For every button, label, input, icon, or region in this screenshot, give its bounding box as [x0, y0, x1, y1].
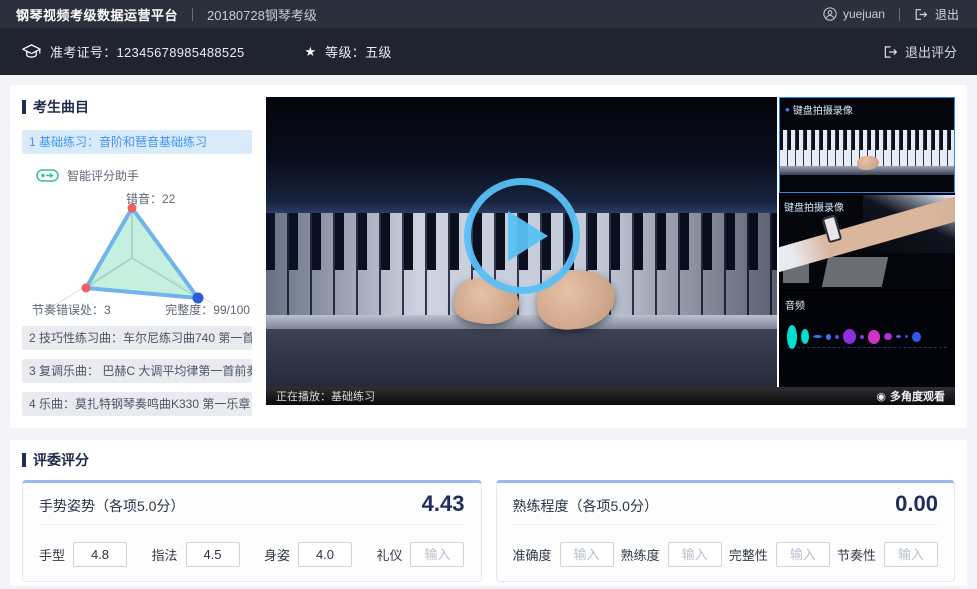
field-hand-shape: 手型 — [39, 542, 127, 567]
exit-scoring-button[interactable]: 退出评分 — [883, 42, 957, 61]
star-icon: ★ — [305, 44, 317, 60]
field-rhythm: 节奏性 — [837, 542, 938, 567]
admission-number: 准考证号：12345678985488525 — [50, 42, 245, 61]
accuracy-input[interactable] — [560, 542, 614, 567]
completeness-input[interactable] — [776, 542, 830, 567]
audio-label: 音频 — [785, 297, 805, 312]
logout-label: 退出 — [935, 6, 959, 23]
field-label: 准确度 — [513, 545, 552, 564]
gesture-card-title: 手势姿势（各项5.0分） — [39, 496, 184, 516]
field-label: 礼仪 — [376, 545, 402, 564]
hand-shape-input[interactable] — [73, 542, 127, 567]
logout-button[interactable]: 退出 — [914, 6, 959, 23]
exit-icon — [883, 45, 898, 59]
score-card-gesture: 手势姿势（各项5.0分） 4.43 手型 指法 身姿 礼仪 — [22, 480, 482, 582]
play-icon — [508, 211, 548, 261]
field-accuracy: 准确度 — [513, 542, 614, 567]
multi-angle-label: 多角度观看 — [890, 388, 945, 404]
multi-angle-button[interactable]: ◉ 多角度观看 — [876, 388, 945, 404]
field-label: 身姿 — [264, 545, 290, 564]
logout-icon — [914, 8, 928, 21]
piano-key-front — [266, 315, 777, 330]
ai-assistant-icon — [36, 169, 59, 182]
divider — [192, 8, 193, 21]
graduation-cap-icon — [22, 44, 41, 60]
camera-view-keyboard-top[interactable]: ● 键盘拍摄录像 — [779, 97, 955, 193]
field-posture: 身姿 — [264, 542, 352, 567]
exam-level: 等级：五级 — [325, 42, 392, 61]
ai-assistant-row: 智能评分助手 — [36, 167, 252, 184]
session-name: 20180728钢琴考级 — [207, 5, 317, 24]
exam-media-card: 考生曲目 1 基础练习：音阶和琶音基础练习 智能评分助手 错音：22 — [10, 85, 967, 428]
radar-label-completeness: 完整度：99/100 — [165, 301, 250, 318]
camera-column: ● 键盘拍摄录像 键盘拍摄录像 音频 — [779, 97, 955, 387]
song-item-4[interactable]: 4 乐曲：莫扎特钢琴奏鸣曲K330 第一乐章 — [22, 392, 252, 416]
main-video-player[interactable] — [266, 97, 777, 387]
field-label: 指法 — [151, 545, 177, 564]
video-floor — [266, 329, 777, 387]
user-avatar-icon — [823, 7, 837, 21]
song-list-panel: 考生曲目 1 基础练习：音阶和琶音基础练习 智能评分助手 错音：22 — [22, 97, 252, 416]
radar-chart-svg — [32, 200, 232, 312]
camera2-label: 键盘拍摄录像 — [784, 199, 844, 214]
field-completeness: 完整性 — [729, 542, 830, 567]
field-label: 完整性 — [729, 545, 768, 564]
etiquette-input[interactable] — [410, 542, 464, 567]
proficiency-card-score: 0.00 — [895, 491, 938, 517]
audio-track-panel[interactable]: 音频 — [779, 291, 955, 387]
play-button[interactable] — [464, 178, 580, 294]
camera-view-keyboard-side[interactable]: 键盘拍摄录像 — [779, 195, 955, 289]
field-etiquette: 礼仪 — [376, 542, 464, 567]
proficiency-input[interactable] — [668, 542, 722, 567]
field-proficiency: 熟练度 — [621, 542, 722, 567]
app-title: 钢琴视频考级数据运营平台 — [16, 5, 178, 24]
divider — [899, 8, 900, 21]
camera1-label: 键盘拍摄录像 — [793, 102, 853, 117]
exam-info-bar: 准考证号：12345678985488525 ★ 等级：五级 退出评分 — [0, 28, 977, 75]
radar-label-wrong-notes: 错音：22 — [126, 190, 175, 207]
video-control-bar: 正在播放：基础练习 ◉ 多角度观看 — [266, 387, 955, 405]
top-navbar: 钢琴视频考级数据运营平台 20180728钢琴考级 yuejuan 退出 — [0, 0, 977, 28]
song-item-3[interactable]: 3 复调乐曲： 巴赫C 大调平均律第一首前奏曲 — [22, 359, 252, 383]
scoring-title: 评委评分 — [33, 450, 89, 470]
exit-scoring-label: 退出评分 — [905, 42, 957, 61]
proficiency-card-title: 熟练程度（各项5.0分） — [513, 496, 658, 516]
now-playing-text: 正在播放：基础练习 — [276, 388, 375, 404]
field-label: 手型 — [39, 545, 65, 564]
fingering-input[interactable] — [186, 542, 240, 567]
judge-scoring-section: 评委评分 手势姿势（各项5.0分） 4.43 手型 指法 身姿 — [10, 440, 967, 586]
song-item-1[interactable]: 1 基础练习：音阶和琶音基础练习 — [22, 130, 252, 154]
gesture-card-score: 4.43 — [422, 491, 465, 517]
section-accent-bar — [22, 100, 26, 114]
section-accent-bar — [22, 453, 26, 467]
radar-label-rhythm-errors: 节奏错误处：3 — [32, 301, 111, 318]
media-area: ● 键盘拍摄录像 键盘拍摄录像 音频 — [266, 97, 955, 416]
multi-angle-eye-icon: ◉ — [876, 390, 886, 403]
field-fingering: 指法 — [151, 542, 239, 567]
song-item-2[interactable]: 2 技巧性练习曲：车尔尼练习曲740 第一首 — [22, 326, 252, 350]
ai-assistant-label: 智能评分助手 — [67, 167, 139, 184]
posture-input[interactable] — [298, 542, 352, 567]
song-list-title: 考生曲目 — [33, 97, 89, 117]
active-cam-dot: ● — [785, 106, 790, 114]
rhythm-input[interactable] — [884, 542, 938, 567]
field-label: 节奏性 — [837, 545, 876, 564]
score-card-proficiency: 熟练程度（各项5.0分） 0.00 准确度 熟练度 完整性 节奏性 — [496, 480, 956, 582]
user-name[interactable]: yuejuan — [843, 7, 885, 21]
radar-chart: 错音：22 节奏错误处：3 完整度：99/100 — [22, 186, 252, 318]
field-label: 熟练度 — [621, 545, 660, 564]
audio-waveform — [787, 320, 947, 354]
